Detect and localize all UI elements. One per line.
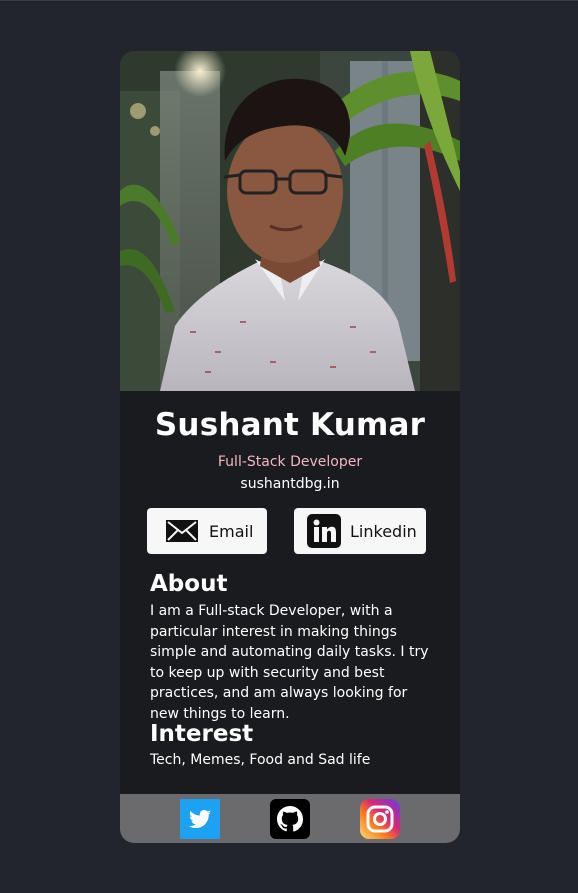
interest-text: Tech, Memes, Food and Sad life — [150, 752, 371, 768]
interest-heading: Interest — [150, 721, 254, 747]
about-text: I am a Full-stack Developer, with a part… — [150, 603, 429, 722]
github-icon[interactable] — [270, 799, 310, 839]
email-button[interactable]: Email — [147, 508, 267, 554]
top-border — [0, 0, 578, 1]
about-heading: About — [150, 571, 228, 597]
card-body: Sushant Kumar Full-Stack Developer susha… — [120, 391, 460, 794]
envelope-icon — [165, 519, 199, 543]
profile-name: Sushant Kumar — [154, 407, 426, 443]
linkedin-button[interactable]: Linkedin — [294, 508, 426, 554]
profile-photo — [120, 51, 460, 391]
twitter-icon[interactable] — [180, 799, 220, 839]
profile-website[interactable]: sushantdbg.in — [120, 476, 460, 492]
linkedin-button-label: Linkedin — [350, 521, 417, 541]
social-footer — [120, 794, 460, 843]
linkedin-icon — [307, 514, 341, 548]
email-button-label: Email — [209, 521, 254, 541]
profile-title: Full-Stack Developer — [217, 454, 363, 470]
instagram-icon[interactable] — [360, 799, 400, 839]
profile-card: Sushant Kumar Full-Stack Developer susha… — [120, 51, 460, 843]
